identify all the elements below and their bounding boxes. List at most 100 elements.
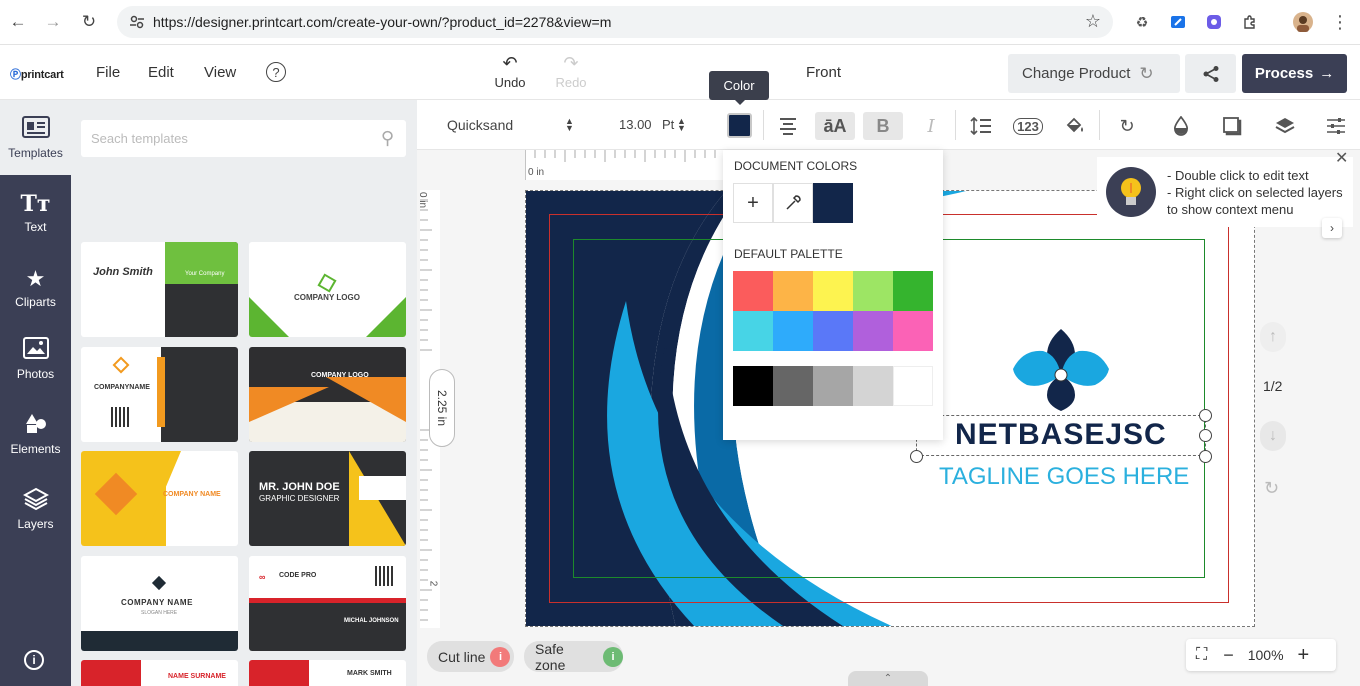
safe-zone-toggle[interactable]: Safe zone i bbox=[524, 641, 623, 673]
back-icon[interactable]: ← bbox=[7, 11, 29, 33]
brand-logo-mark[interactable] bbox=[1013, 327, 1109, 411]
document-color-swatch[interactable] bbox=[813, 183, 853, 223]
rotate-icon[interactable]: ↻ bbox=[1112, 112, 1142, 140]
template-card[interactable]: COMPANY LOGO bbox=[249, 347, 406, 442]
opacity-drop-icon[interactable] bbox=[1166, 112, 1196, 140]
palette-swatch[interactable] bbox=[813, 311, 853, 351]
page-counter: 1/2 bbox=[1263, 378, 1283, 394]
template-card[interactable]: MR. JOHN DOE GRAPHIC DESIGNER bbox=[249, 451, 406, 546]
arrange-layers-icon[interactable] bbox=[1270, 112, 1300, 140]
zoom-out-icon[interactable]: − bbox=[1223, 645, 1234, 666]
template-card[interactable]: COMPANYNAME bbox=[81, 347, 238, 442]
search-icon[interactable]: ⚲ bbox=[381, 128, 394, 149]
palette-swatch[interactable] bbox=[853, 311, 893, 351]
site-settings-icon[interactable] bbox=[129, 14, 145, 30]
sidebar-item-templates[interactable]: Templates bbox=[0, 116, 71, 160]
template-card[interactable]: John Smith Your Company bbox=[81, 242, 238, 337]
fill-bucket-icon[interactable] bbox=[1060, 112, 1090, 140]
resize-handle[interactable] bbox=[1199, 409, 1212, 422]
resize-handle[interactable] bbox=[910, 450, 923, 463]
share-button[interactable] bbox=[1185, 54, 1236, 93]
palette-swatch[interactable] bbox=[773, 366, 813, 406]
line-height-icon[interactable] bbox=[966, 112, 996, 140]
bookmark-star-icon[interactable]: ☆ bbox=[1085, 11, 1101, 32]
sidebar-item-layers[interactable]: Layers bbox=[0, 487, 71, 531]
extensions-puzzle-icon[interactable] bbox=[1240, 12, 1260, 32]
printcart-logo[interactable]: Ⓟprintcart bbox=[10, 66, 64, 82]
palette-swatch[interactable] bbox=[733, 366, 773, 406]
template-card[interactable]: COMPANY LOGO bbox=[249, 242, 406, 337]
numbers-icon[interactable]: 123 bbox=[1012, 112, 1044, 140]
menu-file[interactable]: File bbox=[96, 64, 120, 81]
text-color-swatch[interactable] bbox=[727, 113, 752, 138]
font-select-arrows-icon[interactable]: ▲ ▼ bbox=[565, 117, 574, 133]
extension-gear-icon[interactable] bbox=[1204, 12, 1224, 32]
extension-recycle-icon[interactable]: ♻ bbox=[1132, 12, 1152, 32]
palette-swatch[interactable] bbox=[733, 271, 773, 311]
sidebar-item-text[interactable]: Tт Text bbox=[0, 190, 71, 234]
template-card[interactable]: NAME SURNAME bbox=[81, 660, 238, 686]
add-color-button[interactable]: + bbox=[733, 183, 773, 223]
template-card[interactable]: MARK SMITH bbox=[249, 660, 406, 686]
redo-button[interactable]: ↷ Redo bbox=[549, 53, 593, 90]
palette-swatch[interactable] bbox=[773, 271, 813, 311]
undo-button[interactable]: ↶ Undo bbox=[488, 53, 532, 90]
text-case-icon[interactable]: āA bbox=[815, 112, 855, 140]
fullscreen-icon[interactable]: ⛶ bbox=[1196, 646, 1207, 664]
palette-swatch[interactable] bbox=[813, 271, 853, 311]
page-down-arrow-icon[interactable]: ↓ bbox=[1260, 421, 1286, 451]
italic-icon[interactable]: I bbox=[916, 112, 946, 140]
help-icon[interactable]: ? bbox=[266, 62, 286, 82]
template-card[interactable]: COMPANY NAME bbox=[81, 451, 238, 546]
cut-line-toggle[interactable]: Cut line i bbox=[427, 641, 514, 672]
cut-line-info-icon[interactable]: i bbox=[490, 646, 511, 667]
resize-handle[interactable] bbox=[1199, 429, 1212, 442]
sidebar-item-cliparts[interactable]: ★ Cliparts bbox=[0, 265, 71, 309]
font-family-select[interactable]: Quicksand bbox=[447, 117, 513, 133]
palette-swatch[interactable] bbox=[733, 311, 773, 351]
search-placeholder: Seach templates bbox=[91, 131, 188, 146]
process-button[interactable]: Process → bbox=[1242, 54, 1347, 93]
close-hint-icon[interactable]: ✕ bbox=[1335, 148, 1348, 168]
palette-swatch[interactable] bbox=[893, 366, 933, 406]
view-side-label[interactable]: Front bbox=[806, 64, 841, 81]
palette-swatch[interactable] bbox=[853, 271, 893, 311]
palette-swatch[interactable] bbox=[893, 271, 933, 311]
change-product-button[interactable]: Change Product ↻ bbox=[1008, 54, 1180, 93]
unit-select-arrows-icon[interactable]: ▲ ▼ bbox=[677, 117, 686, 133]
reset-rotate-icon[interactable]: ↻ bbox=[1264, 478, 1279, 499]
menu-view[interactable]: View bbox=[204, 64, 236, 81]
adjustments-sliders-icon[interactable] bbox=[1321, 112, 1351, 140]
sidebar-item-elements[interactable]: Elements bbox=[0, 412, 71, 456]
tagline-text[interactable]: TAGLINE GOES HERE bbox=[939, 463, 1189, 491]
palette-swatch[interactable] bbox=[853, 366, 893, 406]
info-icon[interactable]: i bbox=[24, 650, 44, 670]
shadow-box-icon[interactable] bbox=[1217, 112, 1247, 140]
forward-icon[interactable]: → bbox=[42, 11, 64, 33]
palette-swatch[interactable] bbox=[813, 366, 853, 406]
page-up-arrow-icon[interactable]: ↑ bbox=[1260, 322, 1286, 352]
safe-zone-info-icon[interactable]: i bbox=[603, 646, 623, 667]
next-hint-chevron-icon[interactable]: › bbox=[1322, 218, 1342, 238]
template-card[interactable]: CODE PRO ∞ MICHAL JOHNSON bbox=[249, 556, 406, 651]
collapse-panel-chevron-icon[interactable]: ⌃ bbox=[848, 671, 928, 686]
bold-icon[interactable]: B bbox=[863, 112, 903, 140]
palette-swatch[interactable] bbox=[893, 311, 933, 351]
profile-avatar[interactable] bbox=[1293, 12, 1313, 32]
font-size-input[interactable]: 13.00 bbox=[619, 117, 652, 132]
font-unit-select[interactable]: Pt bbox=[662, 117, 674, 132]
browser-menu-icon[interactable]: ⋮ bbox=[1330, 12, 1350, 32]
search-templates-input[interactable]: Seach templates ⚲ bbox=[81, 120, 406, 157]
template-card[interactable]: COMPANY NAME SLOGAN HERE bbox=[81, 556, 238, 651]
menu-edit[interactable]: Edit bbox=[148, 64, 174, 81]
eyedropper-icon[interactable] bbox=[773, 183, 813, 223]
address-bar[interactable]: https://designer.printcart.com/create-yo… bbox=[117, 6, 1113, 38]
extension-tab-icon[interactable] bbox=[1168, 12, 1188, 32]
palette-swatch[interactable] bbox=[773, 311, 813, 351]
resize-handle[interactable] bbox=[1199, 450, 1212, 463]
zoom-in-icon[interactable]: + bbox=[1298, 644, 1310, 667]
reload-icon[interactable]: ↻ bbox=[78, 11, 100, 33]
sidebar-item-photos[interactable]: Photos bbox=[0, 337, 71, 381]
align-center-icon[interactable] bbox=[773, 112, 803, 140]
brand-name-text[interactable]: NETBASEJSC bbox=[955, 418, 1167, 452]
